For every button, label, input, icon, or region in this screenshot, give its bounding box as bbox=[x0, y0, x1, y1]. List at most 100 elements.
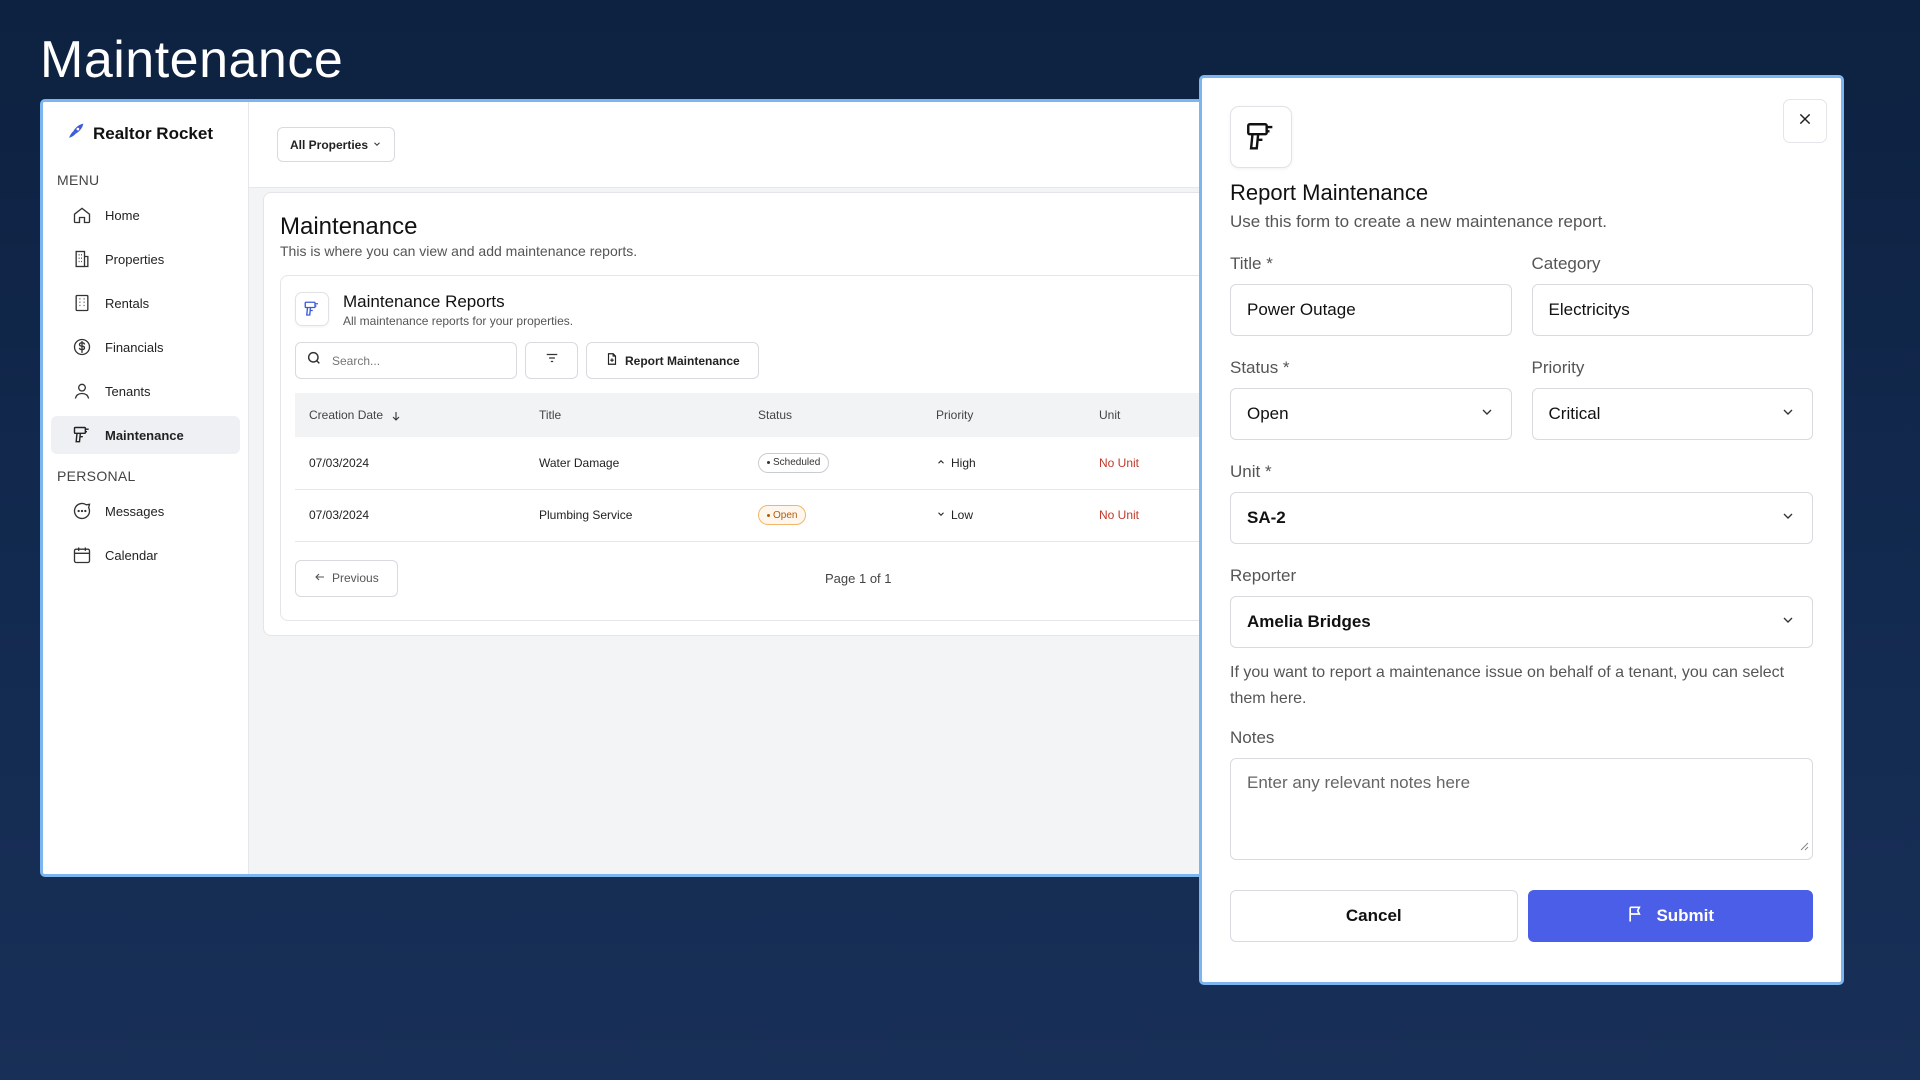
flag-icon bbox=[1626, 904, 1646, 929]
reports-card: Maintenance Reports All maintenance repo… bbox=[280, 275, 1257, 621]
property-filter-select[interactable]: All Properties bbox=[277, 127, 396, 162]
sidebar-item-label: Rentals bbox=[105, 295, 150, 311]
menu-section-label: MENU bbox=[57, 172, 100, 188]
main-content: All Properties Maintenance This is where… bbox=[249, 102, 1257, 874]
dollar-circle-icon bbox=[71, 336, 93, 358]
sidebar-item-home[interactable]: Home bbox=[51, 196, 240, 234]
chat-icon bbox=[71, 500, 93, 522]
column-header-title: Title bbox=[539, 408, 562, 422]
submit-button[interactable]: Submit bbox=[1527, 890, 1813, 942]
table-header-row: Creation Date Title Status Priority Unit bbox=[295, 393, 1257, 437]
property-filter-label: All Properties bbox=[290, 137, 369, 152]
table-row[interactable]: 07/03/2024 Plumbing Service Open Low No … bbox=[295, 489, 1257, 542]
search-icon bbox=[306, 350, 322, 371]
sidebar-item-label: Properties bbox=[105, 251, 165, 267]
brand-name: Realtor Rocket bbox=[93, 124, 213, 143]
status-select[interactable]: Open bbox=[1230, 388, 1512, 440]
sidebar-item-label: Financials bbox=[105, 339, 164, 355]
sidebar-item-financials[interactable]: Financials bbox=[51, 328, 240, 366]
category-input[interactable]: Electricitys bbox=[1531, 284, 1813, 336]
cancel-button[interactable]: Cancel bbox=[1230, 890, 1518, 942]
dialog-subtitle: Use this form to create a new maintenanc… bbox=[1230, 212, 1608, 231]
sidebar-item-messages[interactable]: Messages bbox=[51, 492, 240, 530]
cell-date: 07/03/2024 bbox=[295, 437, 525, 490]
apartment-icon bbox=[71, 292, 93, 314]
sidebar-item-calendar[interactable]: Calendar bbox=[51, 536, 240, 574]
priority-select[interactable]: Critical bbox=[1531, 388, 1813, 440]
category-field-label: Category bbox=[1531, 254, 1601, 273]
unit-select[interactable]: SA-2 bbox=[1230, 492, 1813, 544]
drill-icon bbox=[71, 424, 93, 446]
page-info: Page 1 of 1 bbox=[825, 570, 892, 586]
priority-indicator: Low bbox=[936, 508, 973, 522]
drill-icon bbox=[1230, 106, 1292, 168]
report-maintenance-button[interactable]: Report Maintenance bbox=[586, 342, 759, 379]
sidebar-item-label: Calendar bbox=[105, 547, 158, 563]
chevron-down-icon bbox=[1780, 612, 1796, 633]
status-field-label: Status * bbox=[1230, 358, 1290, 377]
notes-field-label: Notes bbox=[1230, 728, 1275, 747]
arrow-down-icon bbox=[386, 408, 402, 422]
filter-icon bbox=[545, 351, 559, 370]
brand[interactable]: Realtor Rocket bbox=[51, 120, 240, 148]
chevron-down-icon bbox=[936, 508, 946, 522]
pagination: Previous Page 1 of 1 bbox=[295, 559, 1257, 597]
hero-title: Maintenance bbox=[40, 31, 344, 89]
page-subtitle: This is where you can view and add maint… bbox=[280, 243, 638, 259]
reporter-field-label: Reporter bbox=[1230, 566, 1297, 585]
report-maintenance-dialog: Report Maintenance Use this form to crea… bbox=[1199, 75, 1844, 985]
chevron-up-icon bbox=[936, 456, 946, 470]
unit-field-label: Unit * bbox=[1230, 462, 1272, 481]
sidebar-item-label: Messages bbox=[105, 503, 165, 519]
page-title: Maintenance bbox=[280, 213, 418, 240]
search-box[interactable] bbox=[295, 342, 517, 379]
sidebar-item-label: Home bbox=[105, 207, 140, 223]
column-header-creation-date[interactable]: Creation Date bbox=[295, 393, 525, 437]
previous-label: Previous bbox=[332, 571, 379, 585]
dialog-title: Report Maintenance bbox=[1230, 180, 1429, 205]
notes-placeholder: Enter any relevant notes here bbox=[1247, 773, 1471, 792]
personal-section-label: PERSONAL bbox=[57, 468, 136, 484]
calendar-icon bbox=[71, 544, 93, 566]
topbar: All Properties bbox=[249, 102, 1257, 188]
reports-card-subtitle: All maintenance reports for your propert… bbox=[343, 314, 574, 328]
filter-button[interactable] bbox=[525, 342, 578, 379]
reporter-select[interactable]: Amelia Bridges bbox=[1230, 596, 1813, 648]
app-window: Realtor Rocket MENU Home Properties Rent… bbox=[40, 99, 1260, 877]
sidebar-item-rentals[interactable]: Rentals bbox=[51, 284, 240, 322]
maintenance-panel: Maintenance This is where you can view a… bbox=[263, 192, 1257, 636]
sidebar: Realtor Rocket MENU Home Properties Rent… bbox=[43, 102, 249, 874]
arrow-left-icon bbox=[314, 571, 326, 586]
sidebar-item-tenants[interactable]: Tenants bbox=[51, 372, 240, 410]
title-field-label: Title * bbox=[1230, 254, 1273, 273]
notes-textarea[interactable]: Enter any relevant notes here bbox=[1230, 758, 1813, 860]
status-badge: Scheduled bbox=[758, 452, 830, 473]
drill-icon bbox=[295, 292, 329, 326]
chevron-down-icon bbox=[1479, 404, 1495, 425]
cell-title: Plumbing Service bbox=[525, 489, 744, 542]
resize-handle-icon[interactable] bbox=[1799, 836, 1809, 856]
reporter-help-text: If you want to report a maintenance issu… bbox=[1230, 664, 1785, 707]
cell-date: 07/03/2024 bbox=[295, 489, 525, 542]
title-input[interactable]: Power Outage bbox=[1230, 284, 1512, 336]
file-add-icon bbox=[605, 352, 619, 369]
chevron-down-icon bbox=[1780, 404, 1796, 425]
priority-indicator: High bbox=[936, 456, 976, 470]
column-header-priority: Priority bbox=[936, 408, 974, 422]
priority-field-label: Priority bbox=[1531, 358, 1585, 377]
home-icon bbox=[71, 204, 93, 226]
cell-title: Water Damage bbox=[525, 437, 744, 490]
sidebar-item-maintenance[interactable]: Maintenance bbox=[51, 416, 240, 454]
sidebar-item-label: Tenants bbox=[105, 383, 151, 399]
report-maintenance-label: Report Maintenance bbox=[625, 353, 740, 368]
chevron-down-icon bbox=[1780, 508, 1796, 529]
search-input[interactable] bbox=[332, 353, 502, 368]
previous-page-button[interactable]: Previous bbox=[295, 559, 398, 597]
chevron-down-icon bbox=[372, 138, 382, 152]
table-row[interactable]: 07/03/2024 Water Damage Scheduled High N… bbox=[295, 437, 1257, 490]
sidebar-item-properties[interactable]: Properties bbox=[51, 240, 240, 278]
status-badge: Open bbox=[758, 505, 807, 525]
building-icon bbox=[71, 248, 93, 270]
close-button[interactable] bbox=[1783, 99, 1827, 143]
sidebar-item-label: Maintenance bbox=[105, 427, 184, 443]
